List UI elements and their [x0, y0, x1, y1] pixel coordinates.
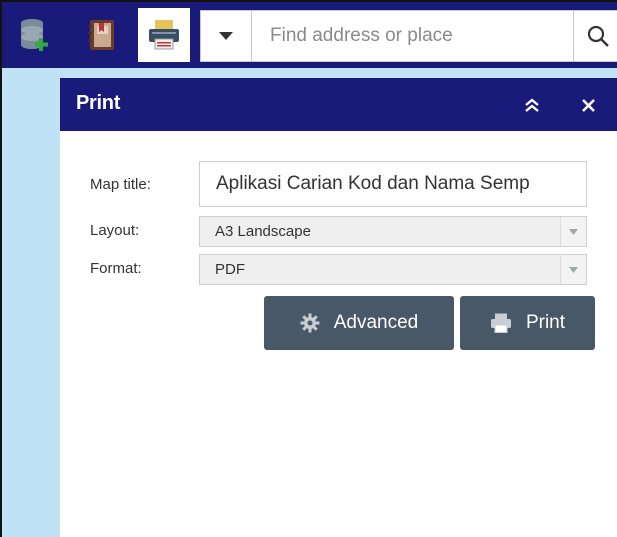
collapse-button[interactable]	[519, 92, 545, 118]
caret-down-icon	[219, 32, 233, 40]
layout-value: A3 Landscape	[215, 223, 311, 240]
panel-title: Print	[76, 92, 121, 114]
bookmark-button[interactable]	[76, 8, 128, 62]
map-area[interactable]	[2, 68, 60, 537]
print-tool-button[interactable]	[138, 8, 190, 62]
format-value: PDF	[215, 261, 245, 278]
caret-down-icon	[569, 228, 578, 235]
search-bar	[200, 10, 617, 62]
panel-header: Print	[60, 78, 617, 131]
layout-select[interactable]: A3 Landscape	[199, 216, 587, 247]
layout-label: Layout:	[90, 222, 140, 239]
format-select[interactable]: PDF	[199, 254, 587, 285]
print-icon	[149, 20, 179, 50]
close-icon	[581, 98, 595, 112]
top-toolbar	[2, 2, 617, 68]
search-icon	[587, 25, 609, 47]
double-chevron-up-icon	[525, 98, 539, 112]
print-panel: Print Map title: Layout: A3 Landscape Fo…	[60, 78, 617, 537]
caret-down-icon	[569, 266, 578, 273]
print-button-label: Print	[525, 312, 566, 333]
format-label: Format:	[90, 260, 142, 277]
advanced-button-label: Advanced	[333, 312, 419, 333]
add-data-icon	[21, 19, 48, 51]
advanced-button[interactable]: Advanced	[264, 296, 454, 350]
close-button[interactable]	[575, 92, 601, 118]
format-dropdown-arrow[interactable]	[560, 255, 586, 284]
print-button[interactable]: Print	[460, 296, 595, 350]
gear-icon	[300, 313, 320, 333]
layout-dropdown-arrow[interactable]	[560, 217, 586, 246]
bookmark-icon	[88, 20, 114, 50]
search-source-dropdown[interactable]	[201, 11, 252, 61]
add-data-button[interactable]	[8, 8, 60, 62]
search-button[interactable]	[573, 11, 617, 61]
printer-icon	[490, 313, 512, 333]
search-input[interactable]	[252, 11, 570, 61]
map-title-label: Map title:	[90, 176, 151, 193]
map-title-input[interactable]	[199, 161, 587, 207]
map-area-top[interactable]	[60, 68, 617, 78]
